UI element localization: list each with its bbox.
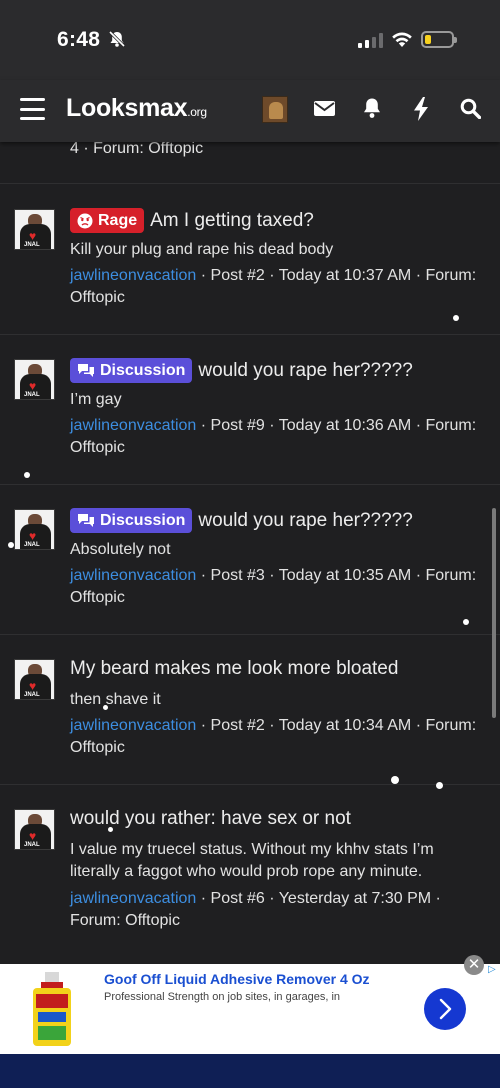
- wifi-icon: [392, 32, 412, 47]
- avatar[interactable]: ♥ JNAL: [14, 359, 55, 400]
- avatar[interactable]: ♥ JNAL: [14, 659, 55, 700]
- thread-title[interactable]: would you rape her?????: [198, 510, 412, 532]
- partial-result-meta: 4 · Forum: Offtopic: [70, 142, 204, 157]
- author-link[interactable]: jawlineonvacation: [70, 417, 196, 434]
- divider: [0, 784, 500, 785]
- search-results-feed: 4 · Forum: Offtopic ♥ JNAL Rage Am I gett…: [0, 142, 500, 964]
- ad-banner[interactable]: Goof Off Liquid Adhesive Remover 4 Oz Pr…: [0, 964, 500, 1054]
- status-bar: 6:48: [0, 0, 500, 80]
- thread-title[interactable]: would you rape her?????: [198, 360, 412, 382]
- ad-close-button[interactable]: ✕: [464, 955, 484, 975]
- scrollbar-thumb[interactable]: [492, 508, 496, 718]
- menu-icon[interactable]: [20, 98, 45, 120]
- badge-label: Discussion: [100, 511, 186, 529]
- thread-title[interactable]: My beard makes me look more bloated: [70, 658, 398, 680]
- thread-title-line[interactable]: Discussion would you rape her?????: [70, 358, 413, 383]
- post-snippet: Absolutely not: [70, 541, 171, 558]
- logo-suffix: .org: [187, 105, 207, 119]
- post-meta: jawlineonvacation · Post #9 · Today at 1…: [70, 415, 484, 459]
- snow-particle: [453, 315, 459, 321]
- battery-icon: [421, 31, 457, 48]
- bell-muted-icon: [108, 30, 126, 48]
- mail-icon[interactable]: [314, 100, 335, 117]
- user-avatar[interactable]: [262, 96, 288, 123]
- divider: [0, 183, 500, 184]
- site-logo[interactable]: Looksmax.org: [66, 94, 207, 123]
- product-bottle-image: [33, 972, 71, 1046]
- snow-particle: [436, 782, 443, 789]
- chat-bubbles-icon: [78, 513, 94, 527]
- ad-open-button[interactable]: [424, 988, 466, 1030]
- prefix-badge-discussion: Discussion: [70, 508, 193, 533]
- post-meta: jawlineonvacation · Post #2 · Today at 1…: [70, 265, 484, 309]
- author-link[interactable]: jawlineonvacation: [70, 890, 196, 907]
- thread-title-line[interactable]: My beard makes me look more bloated: [70, 658, 398, 680]
- battery-level: [425, 35, 431, 44]
- divider: [0, 484, 500, 485]
- chevron-right-icon: [439, 998, 452, 1020]
- snow-particle: [8, 542, 14, 548]
- post-snippet: then shave it: [70, 691, 161, 708]
- post-snippet: I value my truecel status. Without my kh…: [70, 841, 434, 880]
- avatar[interactable]: ♥ JNAL: [14, 509, 55, 550]
- prefix-badge-discussion: Discussion: [70, 358, 193, 383]
- ad-subtitle: Professional Strength on job sites, in g…: [104, 991, 341, 1003]
- post-meta: jawlineonvacation · Post #6 · Yesterday …: [70, 888, 484, 932]
- ad-title[interactable]: Goof Off Liquid Adhesive Remover 4 Oz: [104, 971, 370, 987]
- cell-signal-icon: [358, 33, 383, 48]
- divider: [0, 334, 500, 335]
- search-icon[interactable]: [460, 98, 481, 119]
- post-meta: jawlineonvacation · Post #3 · Today at 1…: [70, 565, 484, 609]
- snow-particle: [108, 827, 113, 832]
- avatar[interactable]: ♥ JNAL: [14, 809, 55, 850]
- avatar[interactable]: ♥ JNAL: [14, 209, 55, 250]
- logo-text: Looksmax: [66, 94, 188, 122]
- top-nav: Looksmax.org: [0, 80, 500, 142]
- status-time: 6:48: [57, 28, 101, 51]
- prefix-badge-rage: Rage: [70, 208, 145, 233]
- post-snippet: Kill your plug and rape his dead body: [70, 241, 334, 258]
- author-link[interactable]: jawlineonvacation: [70, 267, 196, 284]
- snow-particle: [24, 472, 30, 478]
- thread-title[interactable]: Am I getting taxed?: [150, 210, 314, 232]
- post-snippet: I’m gay: [70, 391, 122, 408]
- snow-particle: [103, 705, 108, 710]
- thread-title-line[interactable]: Rage Am I getting taxed?: [70, 208, 314, 233]
- notifications-bell-icon[interactable]: [362, 97, 382, 119]
- author-link[interactable]: jawlineonvacation: [70, 567, 196, 584]
- author-link[interactable]: jawlineonvacation: [70, 717, 196, 734]
- ad-choices-icon[interactable]: ▷: [488, 964, 496, 975]
- whats-new-bolt-icon[interactable]: [413, 97, 429, 121]
- divider: [0, 634, 500, 635]
- bottom-bar: [0, 1054, 500, 1088]
- thread-title-line[interactable]: Discussion would you rape her?????: [70, 508, 413, 533]
- snow-particle: [463, 619, 469, 625]
- angry-face-icon: [77, 213, 93, 228]
- chat-bubbles-icon: [78, 363, 94, 377]
- post-meta: jawlineonvacation · Post #2 · Today at 1…: [70, 715, 484, 759]
- badge-label: Discussion: [100, 361, 186, 379]
- badge-label: Rage: [98, 211, 138, 229]
- snow-particle: [391, 776, 399, 784]
